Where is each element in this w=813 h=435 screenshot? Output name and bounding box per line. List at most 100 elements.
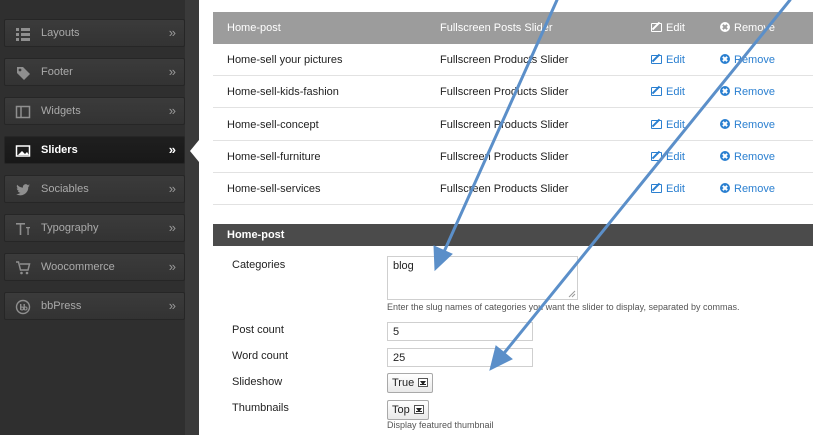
word-count-field[interactable] xyxy=(387,348,533,367)
edit-label: Edit xyxy=(666,22,685,34)
remove-icon xyxy=(720,119,730,129)
table-row[interactable]: Home-sell-concept Fullscreen Products Sl… xyxy=(213,109,813,141)
edit-label: Edit xyxy=(666,86,685,98)
slider-type: Fullscreen Products Slider xyxy=(440,119,569,131)
remove-button[interactable]: Remove xyxy=(720,119,775,131)
cart-icon xyxy=(16,261,31,275)
remove-button[interactable]: Remove xyxy=(720,54,775,66)
sidebar-item-sliders[interactable]: Sliders » xyxy=(4,136,185,164)
chevron-right-icon: » xyxy=(168,298,176,313)
categories-hint: Enter the slug names of categories you w… xyxy=(387,302,740,312)
remove-label: Remove xyxy=(734,54,775,66)
slideshow-label: Slideshow xyxy=(232,376,283,388)
bbpress-logo-icon xyxy=(15,299,31,315)
slider-type: Fullscreen Products Slider xyxy=(440,54,569,66)
dropdown-arrow-icon xyxy=(413,405,424,414)
sidebar-item-label: Sliders xyxy=(41,144,78,156)
sidebar-item-label: Layouts xyxy=(41,27,80,39)
edit-button[interactable]: Edit xyxy=(651,119,685,131)
remove-button[interactable]: Remove xyxy=(720,183,775,195)
categories-label: Categories xyxy=(232,259,286,271)
table-row[interactable]: Home-sell-services Fullscreen Products S… xyxy=(213,173,813,205)
sidebar-item-label: Woocommerce xyxy=(41,261,115,273)
chevron-right-icon: » xyxy=(168,142,176,157)
edit-label: Edit xyxy=(666,183,685,195)
list-icon xyxy=(16,28,30,41)
chevron-right-icon: » xyxy=(168,259,176,274)
sidebar-item-sociables[interactable]: Sociables » xyxy=(4,175,185,203)
slider-name: Home-sell-furniture xyxy=(227,151,321,163)
remove-icon xyxy=(720,22,730,32)
table-row[interactable]: Home-sell-kids-fashion Fullscreen Produc… xyxy=(213,76,813,108)
sidebar-item-label: bbPress xyxy=(41,300,82,312)
thumbnails-value: Top xyxy=(392,404,410,416)
slideshow-select[interactable]: True xyxy=(387,373,434,393)
panel-header: Home-post xyxy=(213,224,813,246)
edit-icon xyxy=(651,152,662,161)
remove-label: Remove xyxy=(734,86,775,98)
slider-type: Fullscreen Products Slider xyxy=(440,151,569,163)
remove-label: Remove xyxy=(734,22,775,34)
post-count-field[interactable] xyxy=(387,322,533,341)
table-row[interactable]: Home-post Fullscreen Posts Slider Edit R… xyxy=(213,12,813,44)
sidebar-item-label: Sociables xyxy=(41,183,89,195)
remove-icon xyxy=(720,86,730,96)
edit-label: Edit xyxy=(666,54,685,66)
edit-button[interactable]: Edit xyxy=(651,86,685,98)
slider-type: Fullscreen Posts Slider xyxy=(440,22,553,34)
slider-name: Home-sell-services xyxy=(227,183,321,195)
edit-button[interactable]: Edit xyxy=(651,54,685,66)
sidebar-item-bbpress[interactable]: bbPress » xyxy=(4,292,185,320)
active-indicator xyxy=(190,140,199,162)
slider-type: Fullscreen Products Slider xyxy=(440,86,569,98)
table-row[interactable]: Home-sell-furniture Fullscreen Products … xyxy=(213,141,813,173)
categories-field[interactable] xyxy=(387,256,578,300)
edit-label: Edit xyxy=(666,119,685,131)
image-icon xyxy=(15,145,31,157)
thumbnails-hint: Display featured thumbnail xyxy=(387,420,494,430)
resize-grip-icon[interactable] xyxy=(567,289,576,298)
remove-label: Remove xyxy=(734,151,775,163)
edit-button[interactable]: Edit xyxy=(651,22,685,34)
remove-button[interactable]: Remove xyxy=(720,151,775,163)
remove-icon xyxy=(720,54,730,64)
sidebar-item-layouts[interactable]: Layouts » xyxy=(4,19,185,47)
window-icon xyxy=(15,105,31,119)
edit-icon xyxy=(651,23,662,32)
sidebar-item-label: Widgets xyxy=(41,105,81,117)
chevron-right-icon: » xyxy=(168,64,176,79)
sidebar-item-typography[interactable]: Typography » xyxy=(4,214,185,242)
remove-label: Remove xyxy=(734,119,775,131)
chevron-right-icon: » xyxy=(168,181,176,196)
remove-label: Remove xyxy=(734,183,775,195)
chevron-right-icon: » xyxy=(168,103,176,118)
sidebar-item-widgets[interactable]: Widgets » xyxy=(4,97,185,125)
edit-icon xyxy=(651,120,662,129)
slider-name: Home-post xyxy=(227,22,281,34)
slider-type: Fullscreen Products Slider xyxy=(440,183,569,195)
twitter-bird-icon xyxy=(16,184,30,196)
table-row[interactable]: Home-sell your pictures Fullscreen Produ… xyxy=(213,44,813,76)
sidebar-item-label: Footer xyxy=(41,66,73,78)
chevron-right-icon: » xyxy=(168,25,176,40)
remove-button[interactable]: Remove xyxy=(720,86,775,98)
tag-icon xyxy=(17,67,30,80)
word-count-label: Word count xyxy=(232,350,289,362)
slideshow-value: True xyxy=(392,377,415,389)
edit-button[interactable]: Edit xyxy=(651,151,685,163)
post-count-label: Post count xyxy=(232,324,284,336)
edit-button[interactable]: Edit xyxy=(651,183,685,195)
sidebar-item-footer[interactable]: Footer » xyxy=(4,58,185,86)
chevron-right-icon: » xyxy=(168,220,176,235)
sidebar-divider xyxy=(185,0,199,435)
remove-button[interactable]: Remove xyxy=(720,22,775,34)
sidebar-item-label: Typography xyxy=(41,222,99,234)
sidebar-item-woocommerce[interactable]: Woocommerce » xyxy=(4,253,185,281)
thumbnails-select[interactable]: Top xyxy=(387,400,429,420)
thumbnails-label: Thumbnails xyxy=(232,402,289,414)
remove-icon xyxy=(720,151,730,161)
slider-name: Home-sell your pictures xyxy=(227,54,343,66)
slider-name: Home-sell-kids-fashion xyxy=(227,86,339,98)
text-icon xyxy=(16,223,30,235)
edit-label: Edit xyxy=(666,151,685,163)
